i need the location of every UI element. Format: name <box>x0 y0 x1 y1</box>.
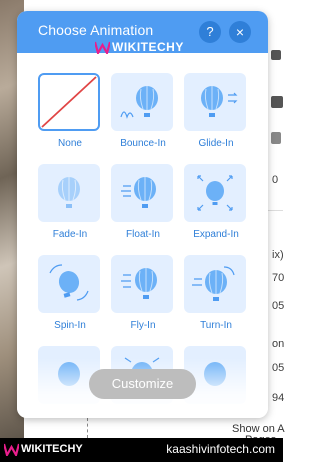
animation-tile[interactable] <box>184 73 246 131</box>
animation-tile[interactable] <box>184 255 246 313</box>
help-button[interactable]: ? <box>199 21 221 43</box>
balloon-fly-icon <box>121 268 157 299</box>
bg-text: 05 <box>272 362 285 374</box>
animation-option-glide-in[interactable]: Glide-In <box>184 73 248 149</box>
animation-label: Float-In <box>126 229 160 240</box>
animation-tile[interactable] <box>184 164 246 222</box>
show-on-all-pages[interactable]: Show on A Pages <box>228 418 285 446</box>
animation-label: Fade-In <box>52 229 88 240</box>
layout-icon <box>271 132 281 144</box>
animation-option-none[interactable]: None <box>38 73 102 149</box>
bg-text-partial: 0 <box>272 174 279 186</box>
settings-icon <box>271 96 283 108</box>
watermark-text: WIKITECHY <box>112 40 184 54</box>
divider <box>268 210 283 211</box>
animation-label: Fly-In <box>130 320 156 331</box>
animation-tile[interactable] <box>111 164 173 222</box>
animation-label: Turn-In <box>200 320 232 331</box>
footer-bar: WIKITECHY kaashivinfotech.com <box>0 438 283 462</box>
animation-option-float-in[interactable]: Float-In <box>111 164 175 240</box>
animation-label: Glide-In <box>198 138 234 149</box>
animation-label: Expand-In <box>193 229 239 240</box>
animation-option-expand-in[interactable]: Expand-In <box>184 164 248 240</box>
animation-tile[interactable] <box>111 73 173 131</box>
dialog-title: Choose Animation <box>38 22 154 38</box>
balloon-float-icon <box>121 177 156 208</box>
animation-option-bounce-in[interactable]: Bounce-In <box>111 73 175 149</box>
balloon-glide-icon <box>201 86 238 117</box>
balloon-fade-icon <box>58 177 80 208</box>
wikitechy-logo-icon <box>95 41 110 54</box>
trash-icon <box>271 50 281 60</box>
animation-tile[interactable] <box>38 73 100 131</box>
choose-animation-dialog: Choose Animation ? × WIKITECHY None Boun… <box>17 11 268 418</box>
footer-brand: WIKITECHY <box>21 443 83 455</box>
animation-option-spin-in[interactable]: Spin-In <box>38 255 102 331</box>
animation-option-fade-in[interactable]: Fade-In <box>38 164 102 240</box>
balloon-turn-icon <box>192 266 235 301</box>
animation-option-turn-in[interactable]: Turn-In <box>184 255 248 331</box>
animation-tile[interactable] <box>111 255 173 313</box>
balloon-bounce-icon <box>120 86 158 119</box>
none-slash-icon <box>41 76 97 128</box>
animation-tile[interactable] <box>38 164 100 222</box>
footer-site: kaashivinfotech.com <box>166 442 275 456</box>
animation-tile[interactable] <box>38 255 100 313</box>
wikitechy-logo-icon <box>4 443 19 456</box>
bg-text: on <box>272 338 285 350</box>
animation-option-fly-in[interactable]: Fly-In <box>111 255 175 331</box>
bg-text: 70 <box>272 272 285 284</box>
bg-text: 05 <box>272 300 285 312</box>
animation-label: Bounce-In <box>120 138 166 149</box>
guide-line <box>87 418 88 438</box>
dialog-header: Choose Animation ? × WIKITECHY <box>17 11 268 54</box>
bg-text: 94 <box>272 392 285 404</box>
bg-text: ix) <box>272 249 284 261</box>
animation-label: Spin-In <box>54 320 86 331</box>
animation-grid: None Bounce-In Glide-In Fade-In Float-In… <box>17 53 268 418</box>
balloon-expand-icon <box>197 175 233 211</box>
balloon-spin-icon <box>49 264 89 301</box>
close-button[interactable]: × <box>229 21 251 43</box>
customize-button[interactable]: Customize <box>89 369 196 399</box>
animation-label: None <box>58 138 82 149</box>
